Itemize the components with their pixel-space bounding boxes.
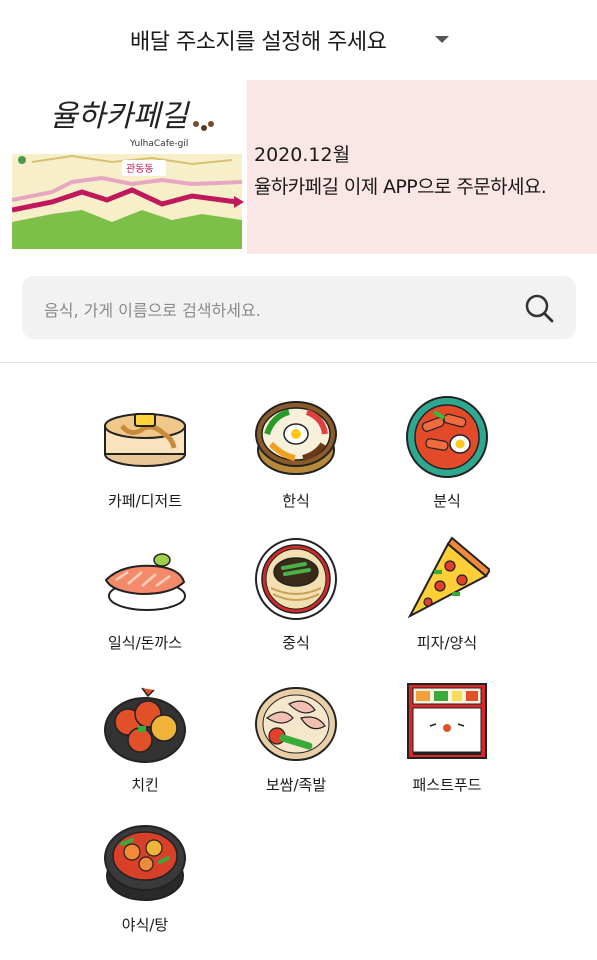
chevron-down-icon[interactable] — [435, 36, 449, 43]
address-selector[interactable]: 배달 주소지를 설정해 주세요 — [130, 24, 387, 56]
category-label: 치킨 — [131, 776, 159, 794]
pizza-icon — [407, 536, 490, 619]
category-fastfood[interactable]: 패스트푸드 — [372, 678, 522, 798]
banner-text-panel: 2020.12월 율하카페길 이제 APP으로 주문하세요. — [247, 80, 597, 254]
search-input[interactable]: 음식, 가게 이름으로 검색하세요. — [44, 297, 261, 321]
category-bossam-jokbal[interactable]: 보쌈/족발 — [221, 678, 371, 798]
category-late-night-stew[interactable]: 야식/탕 — [70, 818, 220, 938]
map-label: 관동동 — [126, 163, 154, 175]
category-pizza-western[interactable]: 피자/양식 — [372, 536, 522, 656]
promo-banner[interactable]: 율하카페길 YulhaCafe-gil 관동동 2020.12월 율하카페길 이… — [0, 80, 597, 254]
category-chicken[interactable]: 치킨 — [70, 678, 220, 798]
divider — [0, 362, 597, 363]
banner-date: 2020.12월 — [254, 144, 351, 166]
chicken-icon — [104, 687, 186, 763]
tteokbokki-icon — [406, 396, 488, 478]
category-chinese[interactable]: 중식 — [221, 536, 371, 656]
logo-subtext: YulhaCafe-gil — [129, 139, 188, 149]
category-label: 중식 — [282, 634, 310, 652]
pancake-icon — [104, 413, 186, 467]
category-label: 보쌈/족발 — [265, 776, 327, 794]
stew-icon — [104, 825, 186, 901]
category-label: 패스트푸드 — [412, 776, 482, 794]
category-label: 피자/양식 — [416, 634, 478, 652]
category-cafe-dessert[interactable]: 카페/디저트 — [70, 394, 220, 514]
sushi-icon — [104, 553, 186, 611]
header: 배달 주소지를 설정해 주세요 — [0, 0, 597, 78]
category-label: 카페/디저트 — [107, 492, 183, 510]
category-label: 분식 — [433, 492, 461, 510]
banner-message: 율하카페길 이제 APP으로 주문하세요. — [254, 176, 547, 198]
category-bunsik[interactable]: 분식 — [372, 394, 522, 514]
lunchbox-icon — [407, 683, 487, 759]
logo-text: 율하카페길 — [50, 99, 190, 134]
category-japanese[interactable]: 일식/돈까스 — [70, 536, 220, 656]
search-icon[interactable] — [522, 291, 556, 325]
category-label: 일식/돈까스 — [107, 634, 183, 652]
category-label: 야식/탕 — [121, 916, 169, 934]
yulha-cafe-map-image: 율하카페길 YulhaCafe-gil 관동동 — [11, 82, 248, 252]
jajangmyeon-icon — [255, 538, 337, 620]
bossam-icon — [255, 687, 337, 761]
search-bar[interactable]: 음식, 가게 이름으로 검색하세요. — [22, 276, 576, 339]
category-korean[interactable]: 한식 — [221, 394, 371, 514]
category-label: 한식 — [282, 492, 310, 510]
bibimbap-icon — [255, 401, 337, 475]
